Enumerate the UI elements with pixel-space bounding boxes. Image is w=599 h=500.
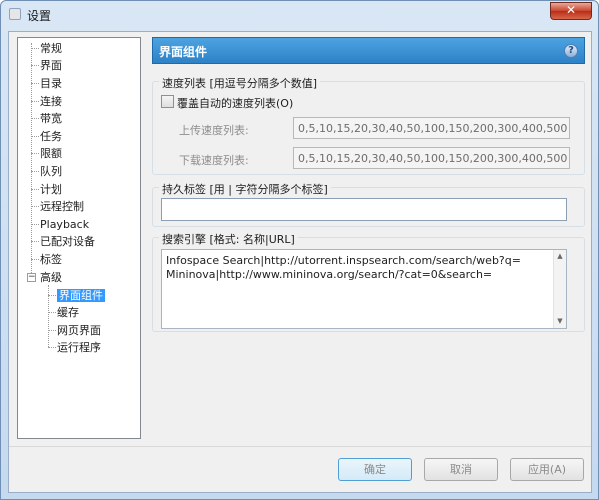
search-engines-group: 搜索引擎 [格式: 名称|URL] Infospace Search|http:…: [152, 231, 585, 332]
tree-item-ui-extras[interactable]: 界面组件: [48, 287, 105, 304]
search-engine-line: Infospace Search|http://utorrent.inspsea…: [166, 254, 521, 267]
tree-item-cache[interactable]: 缓存: [48, 304, 79, 321]
download-speed-input[interactable]: 0,5,10,15,20,30,40,50,100,150,200,300,40…: [293, 147, 570, 169]
override-speed-label[interactable]: 覆盖自动的速度列表(O): [177, 95, 293, 111]
speed-list-legend: 速度列表 [用逗号分隔多个数值]: [159, 75, 321, 91]
tree-item-scheduler[interactable]: 计划: [31, 181, 62, 198]
override-speed-checkbox[interactable]: [161, 95, 174, 108]
help-icon[interactable]: ?: [564, 44, 578, 58]
tree-item-connection[interactable]: 连接: [31, 93, 62, 110]
download-speed-label: 下载速度列表:: [179, 154, 249, 167]
tree-item-queue[interactable]: 队列: [31, 163, 62, 180]
tree-item-run-program[interactable]: 运行程序: [48, 339, 101, 356]
search-engine-line: Mininova|http://www.mininova.org/search/…: [166, 268, 493, 281]
collapse-icon[interactable]: −: [27, 273, 36, 282]
persistent-labels-legend: 持久标签 [用 | 字符分隔多个标签]: [159, 181, 331, 197]
tree-item-general[interactable]: 常规: [31, 40, 62, 57]
upload-speed-input[interactable]: 0,5,10,15,20,30,40,50,100,150,200,300,40…: [293, 117, 570, 139]
window-title: 设置: [27, 9, 52, 23]
tree-item-tasks[interactable]: 任务: [31, 128, 62, 145]
button-area-divider: [9, 446, 591, 447]
persistent-labels-group: 持久标签 [用 | 字符分隔多个标签]: [152, 181, 585, 227]
close-button[interactable]: ✕: [550, 2, 592, 20]
textarea-scrollbar[interactable]: ▲ ▼: [553, 250, 566, 328]
persistent-labels-input[interactable]: [161, 198, 567, 221]
panel-title: 界面组件: [159, 45, 208, 59]
tree-item-remote[interactable]: 远程控制: [31, 198, 84, 215]
tree-item-directories[interactable]: 目录: [31, 75, 62, 92]
search-engines-textarea[interactable]: Infospace Search|http://utorrent.inspsea…: [161, 249, 567, 329]
panel-header: 界面组件 ?: [152, 37, 585, 64]
upload-speed-label: 上传速度列表:: [179, 124, 249, 137]
tree-item-bandwidth[interactable]: 带宽: [31, 110, 62, 127]
speed-list-group: 速度列表 [用逗号分隔多个数值] 覆盖自动的速度列表(O) 上传速度列表: 0,…: [152, 75, 585, 175]
apply-button[interactable]: 应用(A): [510, 458, 584, 481]
settings-tree[interactable]: 常规 界面 目录 连接 带宽 任务 限额 队列 计划 远程控制 Playback…: [17, 37, 141, 439]
tree-item-quota[interactable]: 限额: [31, 145, 62, 162]
tree-item-playback[interactable]: Playback: [31, 216, 89, 233]
tree-item-paired-devices[interactable]: 已配对设备: [31, 233, 95, 250]
tree-item-ui[interactable]: 界面: [31, 57, 62, 74]
ok-button[interactable]: 确定: [338, 458, 412, 481]
tree-item-web-ui[interactable]: 网页界面: [48, 322, 101, 339]
cancel-button[interactable]: 取消: [424, 458, 498, 481]
search-engines-legend: 搜索引擎 [格式: 名称|URL]: [159, 231, 298, 247]
title-bar: 设置 ✕: [1, 1, 598, 29]
dialog-body: 常规 界面 目录 连接 带宽 任务 限额 队列 计划 远程控制 Playback…: [8, 31, 592, 493]
scroll-down-icon[interactable]: ▼: [554, 315, 566, 328]
app-icon: [9, 8, 21, 20]
tree-item-labels[interactable]: 标签: [31, 251, 62, 268]
settings-window: 设置 ✕ 常规 界面 目录 连接 带宽 任务 限额 队列 计划 远程控制 Pla…: [0, 0, 599, 500]
tree-item-advanced[interactable]: 高级: [40, 269, 62, 286]
scroll-up-icon[interactable]: ▲: [554, 250, 566, 263]
